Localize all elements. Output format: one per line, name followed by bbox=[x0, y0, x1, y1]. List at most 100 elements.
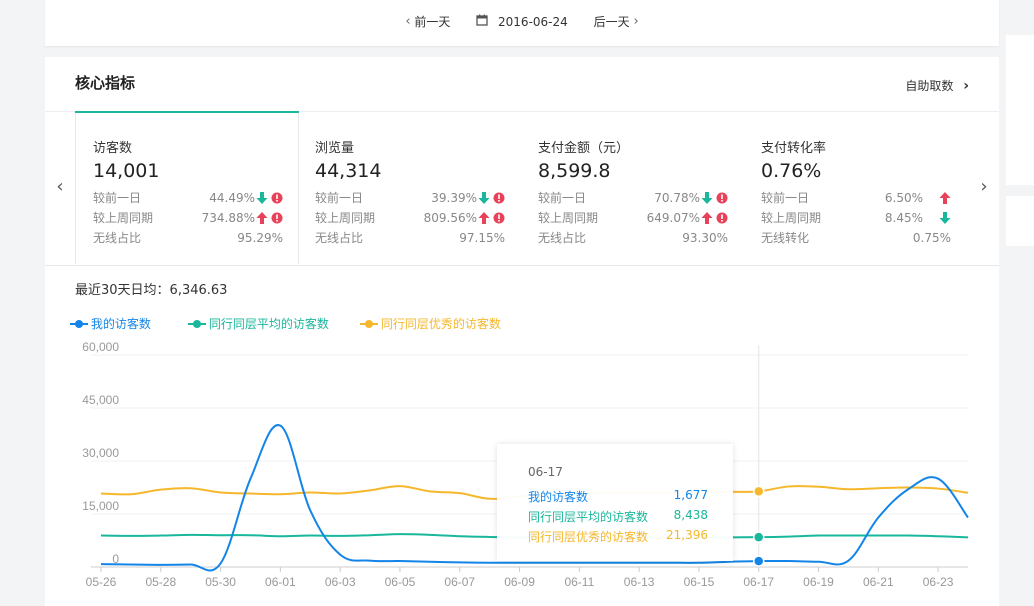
tooltip-label: 同行同层优秀的访客数 bbox=[528, 530, 649, 544]
metric-compare-row: 无线转化 0.75% bbox=[761, 230, 951, 246]
metric-value: 14,001 bbox=[93, 160, 160, 182]
alert-icon bbox=[271, 192, 283, 204]
date-picker[interactable]: 2016-06-24 bbox=[462, 14, 582, 29]
metric-value: 8,599.8 bbox=[538, 160, 611, 182]
x-tick-label: 06-11 bbox=[564, 575, 594, 589]
metric-card-pageviews[interactable]: 浏览量 44,314 较前一日 39.39% 较上周同期 809.56% 无线占比 97.15… bbox=[298, 111, 520, 264]
trend-up-icon bbox=[256, 212, 268, 224]
compare-label: 无线转化 bbox=[761, 231, 810, 245]
compare-label: 较上周同期 bbox=[761, 211, 822, 225]
core-metrics-card: 核心指标 自助取数 › ‹ › 访客数 14,001 较前一日 44.49% 较上周同期… bbox=[45, 57, 999, 606]
tooltip-value: 8,438 bbox=[673, 508, 708, 522]
tooltip-label: 我的访客数 bbox=[528, 490, 589, 504]
compare-label: 无线占比 bbox=[93, 231, 142, 245]
metric-title: 支付转化率 bbox=[761, 141, 827, 156]
alert-icon bbox=[493, 192, 505, 204]
x-tick-label: 06-01 bbox=[265, 575, 296, 589]
trend-down-icon bbox=[478, 192, 490, 204]
x-tick-label: 06-03 bbox=[325, 575, 356, 589]
trend-down-icon bbox=[701, 192, 713, 204]
x-tick-label: 06-23 bbox=[923, 575, 954, 589]
trend-down-icon bbox=[256, 192, 268, 204]
chevron-right-icon: › bbox=[963, 78, 969, 94]
tooltip-label: 同行同层平均的访客数 bbox=[528, 510, 649, 524]
tooltip-value: 21,396 bbox=[666, 528, 708, 542]
highlight-point-0 bbox=[752, 555, 765, 567]
card-header: 核心指标 自助取数 › bbox=[45, 57, 999, 112]
metric-compare-row: 较前一日 44.49% bbox=[93, 190, 283, 206]
x-tick-label: 06-17 bbox=[743, 575, 774, 589]
prev-day-button[interactable]: ‹ 前一天 bbox=[397, 13, 458, 30]
metric-title: 支付金额（元） bbox=[538, 141, 630, 156]
page-title: 核心指标 bbox=[75, 74, 136, 92]
alert-icon bbox=[716, 192, 728, 204]
side-panel-edge bbox=[1006, 196, 1034, 246]
compare-value: 39.39% bbox=[431, 191, 477, 205]
compare-label: 较上周同期 bbox=[93, 211, 154, 225]
highlight-point-2 bbox=[752, 485, 765, 498]
compare-label: 较上周同期 bbox=[315, 211, 376, 225]
highlight-point-1 bbox=[752, 531, 765, 543]
self-fetch-label: 自助取数 bbox=[905, 79, 954, 93]
compare-value: 734.88% bbox=[201, 211, 255, 225]
y-tick-label: 45,000 bbox=[82, 393, 119, 407]
x-tick-label: 05-28 bbox=[145, 575, 176, 589]
metric-compare-row: 较上周同期 809.56% bbox=[315, 210, 505, 226]
metrics-prev-button[interactable]: ‹ bbox=[50, 176, 70, 197]
next-day-button[interactable]: 后一天 › bbox=[586, 13, 647, 30]
compare-label: 较前一日 bbox=[538, 191, 587, 205]
trend-up-icon bbox=[939, 192, 951, 204]
metric-compare-row: 较上周同期 734.88% bbox=[93, 210, 283, 226]
compare-value: 70.78% bbox=[654, 191, 700, 205]
x-tick-label: 06-13 bbox=[624, 575, 655, 589]
metric-title: 访客数 bbox=[93, 141, 133, 156]
alert-icon bbox=[493, 212, 505, 224]
metric-compare-row: 无线占比 97.15% bbox=[315, 230, 505, 246]
tooltip-row-excellent: 同行同层优秀的访客数 21,396 bbox=[528, 528, 708, 545]
compare-label: 较上周同期 bbox=[538, 211, 599, 225]
tooltip-value: 1,677 bbox=[673, 488, 708, 502]
date-nav-card: ‹ 前一天 2016-06-24 后一天 › bbox=[45, 0, 999, 46]
trend-up-icon bbox=[701, 212, 713, 224]
metrics-next-button[interactable]: › bbox=[974, 176, 994, 197]
y-tick-label: 15,000 bbox=[82, 499, 119, 513]
next-day-label: 后一天 bbox=[593, 15, 630, 29]
chart-tooltip: 06-17 我的访客数 1,677 同行同层平均的访客数 8,438 同行同层优… bbox=[497, 444, 733, 561]
x-tick-label: 06-09 bbox=[504, 575, 535, 589]
metric-card-visitors[interactable]: 访客数 14,001 较前一日 44.49% 较上周同期 734.88% 无线占比 95.29… bbox=[75, 111, 299, 264]
compare-label: 较前一日 bbox=[93, 191, 142, 205]
x-tick-label: 05-30 bbox=[205, 575, 236, 589]
alert-icon bbox=[716, 212, 728, 224]
compare-value: 6.50% bbox=[884, 191, 923, 205]
metric-compare-row: 较上周同期 649.07% bbox=[538, 210, 728, 226]
x-tick-label: 06-19 bbox=[803, 575, 834, 589]
compare-value: 97.15% bbox=[459, 231, 505, 245]
self-fetch-link[interactable]: 自助取数 › bbox=[905, 77, 969, 94]
x-tick-label: 06-05 bbox=[385, 575, 416, 589]
compare-value: 93.30% bbox=[682, 231, 728, 245]
tooltip-date: 06-17 bbox=[528, 465, 563, 479]
metric-compare-row: 较上周同期 8.45% bbox=[761, 210, 951, 226]
current-date: 2016-06-24 bbox=[498, 14, 568, 29]
metrics-strip: ‹ › 访客数 14,001 较前一日 44.49% 较上周同期 734.88% 无线占比 9… bbox=[45, 111, 999, 266]
alert-icon bbox=[271, 212, 283, 224]
compare-label: 无线占比 bbox=[315, 231, 364, 245]
chevron-left-icon: ‹ bbox=[405, 14, 411, 29]
y-tick-label: 60,000 bbox=[82, 340, 119, 354]
metric-compare-row: 较前一日 70.78% bbox=[538, 190, 728, 206]
prev-day-label: 前一天 bbox=[414, 15, 451, 29]
x-tick-label: 06-21 bbox=[863, 575, 894, 589]
metric-value: 44,314 bbox=[315, 160, 382, 182]
metric-title: 浏览量 bbox=[315, 141, 355, 156]
x-tick-label: 06-15 bbox=[684, 575, 715, 589]
compare-value: 95.29% bbox=[237, 231, 283, 245]
thirty-day-average: 最近30天日均：6,346.63 bbox=[75, 283, 228, 298]
compare-value: 649.07% bbox=[646, 211, 700, 225]
tooltip-row-mine: 我的访客数 1,677 bbox=[528, 488, 708, 505]
date-nav: ‹ 前一天 2016-06-24 后一天 › bbox=[45, 13, 999, 30]
metric-compare-row: 较前一日 6.50% bbox=[761, 190, 951, 206]
metric-card-conversion-rate[interactable]: 支付转化率 0.76% 较前一日 6.50% 较上周同期 8.45% 无线转化 0.75% bbox=[744, 111, 966, 264]
compare-value: 0.75% bbox=[912, 231, 951, 245]
metric-card-payment-amount[interactable]: 支付金额（元） 8,599.8 较前一日 70.78% 较上周同期 649.07% 无线占比… bbox=[521, 111, 743, 264]
x-tick-label: 05-26 bbox=[86, 575, 117, 589]
